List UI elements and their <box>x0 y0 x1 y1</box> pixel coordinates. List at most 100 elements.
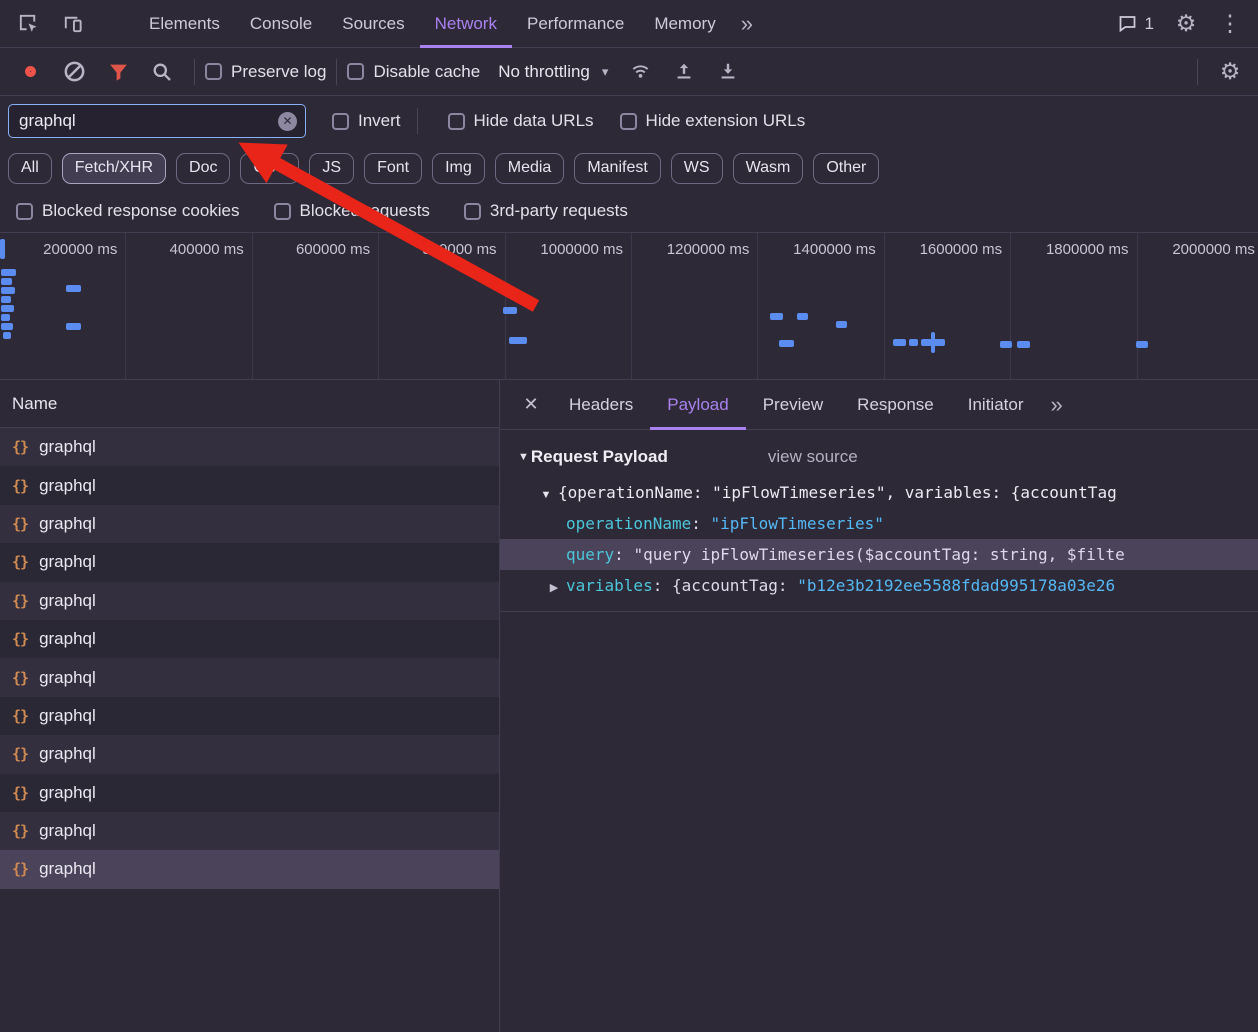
request-row[interactable]: {} graphql <box>0 428 499 467</box>
type-filter-chip[interactable]: WS <box>670 152 723 184</box>
import-har-icon[interactable] <box>662 50 706 94</box>
hide-extension-urls-checkbox[interactable]: Hide extension URLs <box>619 111 805 131</box>
invert-checkbox[interactable]: Invert <box>332 111 401 131</box>
devtools-tab[interactable]: Console <box>235 0 327 48</box>
request-name: graphql <box>39 859 96 879</box>
clear-filter-icon[interactable]: ✕ <box>278 111 297 131</box>
waterfall-bars <box>0 233 1258 379</box>
extra-filter-checkbox[interactable]: 3rd-party requests <box>463 201 628 221</box>
type-filter-chip[interactable]: JS <box>309 152 355 184</box>
type-filter-chip[interactable]: CSS <box>240 152 300 184</box>
search-icon[interactable] <box>140 50 184 94</box>
details-tab[interactable]: Payload <box>650 380 745 430</box>
collapse-section-icon[interactable]: ▼ <box>518 451 529 463</box>
json-string-value: "ipFlowTimeseries" <box>710 514 884 533</box>
hide-data-urls-label: Hide data URLs <box>473 111 594 130</box>
colon: : <box>691 514 711 533</box>
inspect-element-icon[interactable] <box>6 2 50 46</box>
request-row[interactable]: {} graphql <box>0 850 499 889</box>
network-toolbar: Preserve log Disable cache No throttling… <box>0 48 1258 96</box>
devtools-tab[interactable]: Elements <box>134 0 235 48</box>
more-details-tabs-icon[interactable]: » <box>1040 381 1072 429</box>
extra-filter-label: Blocked requests <box>299 201 430 220</box>
details-panel: ✕ Headers Payload Preview Response Initi… <box>500 380 1258 1032</box>
kebab-menu-icon[interactable]: ⋮ <box>1208 2 1252 46</box>
hide-data-urls-checkbox[interactable]: Hide data URLs <box>447 111 594 131</box>
close-details-icon[interactable]: ✕ <box>510 380 552 430</box>
type-filter-chip[interactable]: Other <box>813 152 880 184</box>
waterfall-bar <box>779 340 794 347</box>
request-row[interactable]: {} graphql <box>0 504 499 544</box>
request-name: graphql <box>39 513 96 533</box>
more-panels-icon[interactable]: » <box>731 0 763 48</box>
throttling-select[interactable]: No throttling ▾ <box>488 62 618 82</box>
extra-filter-checkbox[interactable]: Blocked response cookies <box>16 201 240 221</box>
expander-closed-icon[interactable]: ▶ <box>544 573 564 601</box>
details-tab-label: Headers <box>569 394 634 414</box>
funnel-glyph <box>109 64 127 81</box>
view-source-link[interactable]: view source <box>768 447 858 467</box>
type-filter-chip[interactable]: Font <box>364 152 423 184</box>
devtools-tab[interactable]: Memory <box>639 0 730 48</box>
details-tab[interactable]: Response <box>840 380 951 430</box>
name-header-label: Name <box>12 393 58 413</box>
details-tab-label: Response <box>857 394 934 414</box>
waterfall-bar <box>1017 341 1030 348</box>
request-row[interactable]: {} graphql <box>0 581 499 620</box>
record-button[interactable] <box>8 50 52 94</box>
chip-label: Font <box>377 159 410 176</box>
json-key: variables <box>566 576 653 595</box>
device-toolbar-icon[interactable] <box>50 2 94 46</box>
request-row[interactable]: {} graphql <box>0 466 499 505</box>
expander-open-icon[interactable]: ▼ <box>536 480 556 508</box>
extra-filter-label: 3rd-party requests <box>489 201 628 220</box>
payload-line-query[interactable]: query: "query ipFlowTimeseries($accountT… <box>500 539 1258 570</box>
filter-funnel-icon[interactable] <box>96 50 140 94</box>
preserve-log-checkbox[interactable]: Preserve log <box>205 62 326 82</box>
request-row[interactable]: {} graphql <box>0 619 499 659</box>
console-messages-button[interactable]: 1 <box>1107 13 1164 34</box>
request-row[interactable]: {} graphql <box>0 773 499 812</box>
name-column-header[interactable]: Name <box>0 380 499 428</box>
details-tab[interactable]: Headers <box>552 380 650 430</box>
type-filter-chip[interactable]: All <box>8 152 52 184</box>
waterfall-overview[interactable]: 200000 ms 400000 ms 600000 ms 800000 ms … <box>0 232 1258 380</box>
extra-filter-checkbox[interactable]: Blocked requests <box>273 201 430 221</box>
checkbox-box <box>447 112 465 130</box>
details-tab[interactable]: Initiator <box>951 380 1041 430</box>
type-filter-chip[interactable]: Wasm <box>732 152 804 184</box>
json-braces-icon: {} <box>12 591 29 610</box>
json-braces-icon: {} <box>12 668 29 687</box>
type-filter-chip[interactable]: Fetch/XHR <box>61 152 167 184</box>
settings-gear-icon[interactable]: ⚙ <box>1164 2 1208 46</box>
type-filter-chip[interactable]: Media <box>494 152 565 184</box>
payload-line-variables[interactable]: ▶ variables: {accountTag: "b12e3b2192ee55… <box>500 570 1258 601</box>
waterfall-bar <box>1 278 12 285</box>
export-har-icon[interactable] <box>706 50 750 94</box>
network-conditions-icon[interactable] <box>618 50 662 94</box>
details-tab[interactable]: Preview <box>746 380 840 430</box>
devtools-tab[interactable]: Performance <box>512 0 639 48</box>
request-name: graphql <box>39 705 96 725</box>
network-settings-gear-icon[interactable]: ⚙ <box>1208 50 1252 94</box>
devtools-tab[interactable]: Sources <box>327 0 419 48</box>
type-filter-chip[interactable]: Manifest <box>574 152 661 184</box>
clear-network-log-icon[interactable] <box>52 50 96 94</box>
type-filter-chip[interactable]: Img <box>432 152 485 184</box>
disable-cache-checkbox[interactable]: Disable cache <box>347 62 480 82</box>
request-row[interactable]: {} graphql <box>0 658 499 697</box>
type-filter-chip[interactable]: Doc <box>176 152 231 184</box>
devtools-tab[interactable]: Network <box>420 0 512 48</box>
request-name: graphql <box>39 552 96 572</box>
filter-input[interactable]: graphql ✕ <box>8 104 306 138</box>
payload-root-line[interactable]: ▼ {operationName: "ipFlowTimeseries", var… <box>500 477 1258 508</box>
checkbox-box <box>619 112 637 130</box>
checkbox-box <box>332 112 349 130</box>
request-row[interactable]: {} graphql <box>0 735 499 774</box>
json-braces-icon: {} <box>12 745 29 764</box>
request-row[interactable]: {} graphql <box>0 543 499 582</box>
request-row[interactable]: {} graphql <box>0 696 499 736</box>
request-row[interactable]: {} graphql <box>0 811 499 851</box>
payload-line-operation[interactable]: operationName: "ipFlowTimeseries" <box>500 508 1258 539</box>
details-tab-bar: ✕ Headers Payload Preview Response Initi… <box>500 380 1258 430</box>
